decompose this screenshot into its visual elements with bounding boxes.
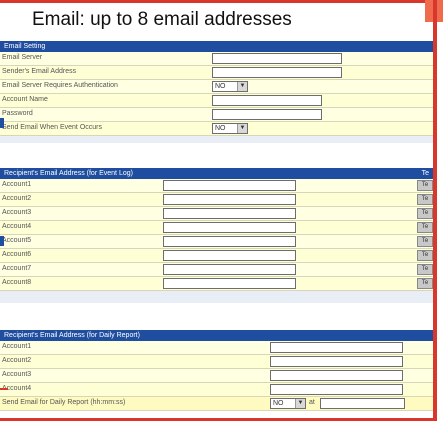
event-account-row: Account1 Te (0, 179, 433, 193)
daily-account-input[interactable] (270, 342, 403, 353)
test-button[interactable]: Te (417, 264, 433, 275)
chevron-down-icon: ▼ (295, 399, 305, 408)
password-row: Password (0, 108, 433, 122)
auth-required-label: Email Server Requires Authentication (2, 82, 118, 89)
sender-address-label: Sender's Email Address (2, 68, 77, 75)
event-account-input[interactable] (163, 222, 296, 233)
event-account-input[interactable] (163, 236, 296, 247)
auth-required-row: Email Server Requires Authentication NO … (0, 80, 433, 94)
daily-account-row: Account1 (0, 341, 433, 355)
daily-account-row: Account4 (0, 383, 433, 397)
caption-box: Email: up to 8 email addresses (0, 0, 437, 40)
daily-report-header: Recipient's Email Address (for Daily Rep… (0, 330, 433, 341)
event-account-input[interactable] (163, 194, 296, 205)
event-account-row: Account7 Te (0, 263, 433, 277)
daily-account-input[interactable] (270, 370, 403, 381)
test-button[interactable]: Te (417, 180, 433, 191)
daily-send-select[interactable]: NO ▼ (270, 398, 306, 409)
chevron-down-icon: ▼ (237, 124, 247, 133)
event-account-input[interactable] (163, 278, 296, 289)
event-account-input[interactable] (163, 180, 296, 191)
daily-send-value: NO (273, 400, 284, 407)
chevron-down-icon: ▼ (237, 82, 247, 91)
event-account-label: Account5 (2, 237, 32, 244)
daily-account-input[interactable] (270, 356, 403, 367)
email-setting-panel: Email Setting Email Server Sender's Emai… (0, 41, 433, 143)
left-tab-marker (0, 236, 4, 246)
event-account-label: Account7 (2, 265, 32, 272)
email-server-input[interactable] (212, 53, 342, 64)
event-log-header-right: Te (421, 170, 429, 177)
daily-account-label: Account3 (2, 371, 32, 378)
event-account-label: Account6 (2, 251, 32, 258)
event-account-input[interactable] (163, 250, 296, 261)
section-spacer (0, 291, 433, 303)
test-button[interactable]: Te (417, 236, 433, 247)
event-account-row: Account3 Te (0, 207, 433, 221)
auth-required-select[interactable]: NO ▼ (212, 81, 248, 92)
event-account-row: Account4 Te (0, 221, 433, 235)
event-account-row: Account5 Te (0, 235, 433, 249)
event-account-input[interactable] (163, 264, 296, 275)
auth-required-value: NO (215, 83, 226, 90)
event-log-header: Recipient's Email Address (for Event Log… (0, 168, 433, 179)
send-on-event-row: Send Email When Event Occurs NO ▼ (0, 122, 433, 136)
section-spacer (0, 136, 433, 143)
daily-report-title: Recipient's Email Address (for Daily Rep… (4, 332, 140, 339)
daily-account-row: Account3 (0, 369, 433, 383)
event-account-label: Account8 (2, 279, 32, 286)
daily-send-at-label: at (309, 399, 315, 406)
sender-address-row: Sender's Email Address (0, 66, 433, 80)
account-name-row: Account Name (0, 94, 433, 108)
daily-time-input[interactable] (320, 398, 405, 409)
event-account-label: Account3 (2, 209, 32, 216)
test-button[interactable]: Te (417, 278, 433, 289)
daily-report-panel: Recipient's Email Address (for Daily Rep… (0, 330, 433, 411)
test-button[interactable]: Te (417, 208, 433, 219)
send-on-event-label: Send Email When Event Occurs (2, 124, 102, 131)
email-setting-header: Email Setting (0, 41, 433, 52)
event-account-label: Account4 (2, 223, 32, 230)
send-on-event-select[interactable]: NO ▼ (212, 123, 248, 134)
email-setting-title: Email Setting (4, 43, 46, 50)
event-account-row: Account8 Te (0, 277, 433, 291)
daily-account-label: Account1 (2, 343, 32, 350)
event-account-input[interactable] (163, 208, 296, 219)
daily-account-row: Account2 (0, 355, 433, 369)
caption-text: Email: up to 8 email addresses (32, 9, 292, 30)
daily-account-label: Account2 (2, 357, 32, 364)
test-button[interactable]: Te (417, 222, 433, 233)
left-tab-marker (0, 118, 4, 128)
event-account-label: Account2 (2, 195, 32, 202)
password-input[interactable] (212, 109, 322, 120)
event-account-label: Account1 (2, 181, 32, 188)
send-on-event-value: NO (215, 125, 226, 132)
sender-address-input[interactable] (212, 67, 342, 78)
test-button[interactable]: Te (417, 194, 433, 205)
email-server-label: Email Server (2, 54, 43, 61)
frame-right-border (433, 0, 437, 421)
event-log-panel: Recipient's Email Address (for Event Log… (0, 168, 433, 303)
account-name-label: Account Name (2, 96, 48, 103)
event-log-title: Recipient's Email Address (for Event Log… (4, 170, 133, 177)
daily-send-label: Send Email for Daily Report (hh:mm:ss) (2, 399, 126, 406)
daily-account-input[interactable] (270, 384, 403, 395)
password-label: Password (2, 110, 33, 117)
account-name-input[interactable] (212, 95, 322, 106)
email-server-row: Email Server (0, 52, 433, 66)
test-button[interactable]: Te (417, 250, 433, 261)
event-account-row: Account6 Te (0, 249, 433, 263)
daily-send-row: Send Email for Daily Report (hh:mm:ss) N… (0, 397, 433, 411)
frame-left-tick (0, 388, 8, 390)
event-account-row: Account2 Te (0, 193, 433, 207)
